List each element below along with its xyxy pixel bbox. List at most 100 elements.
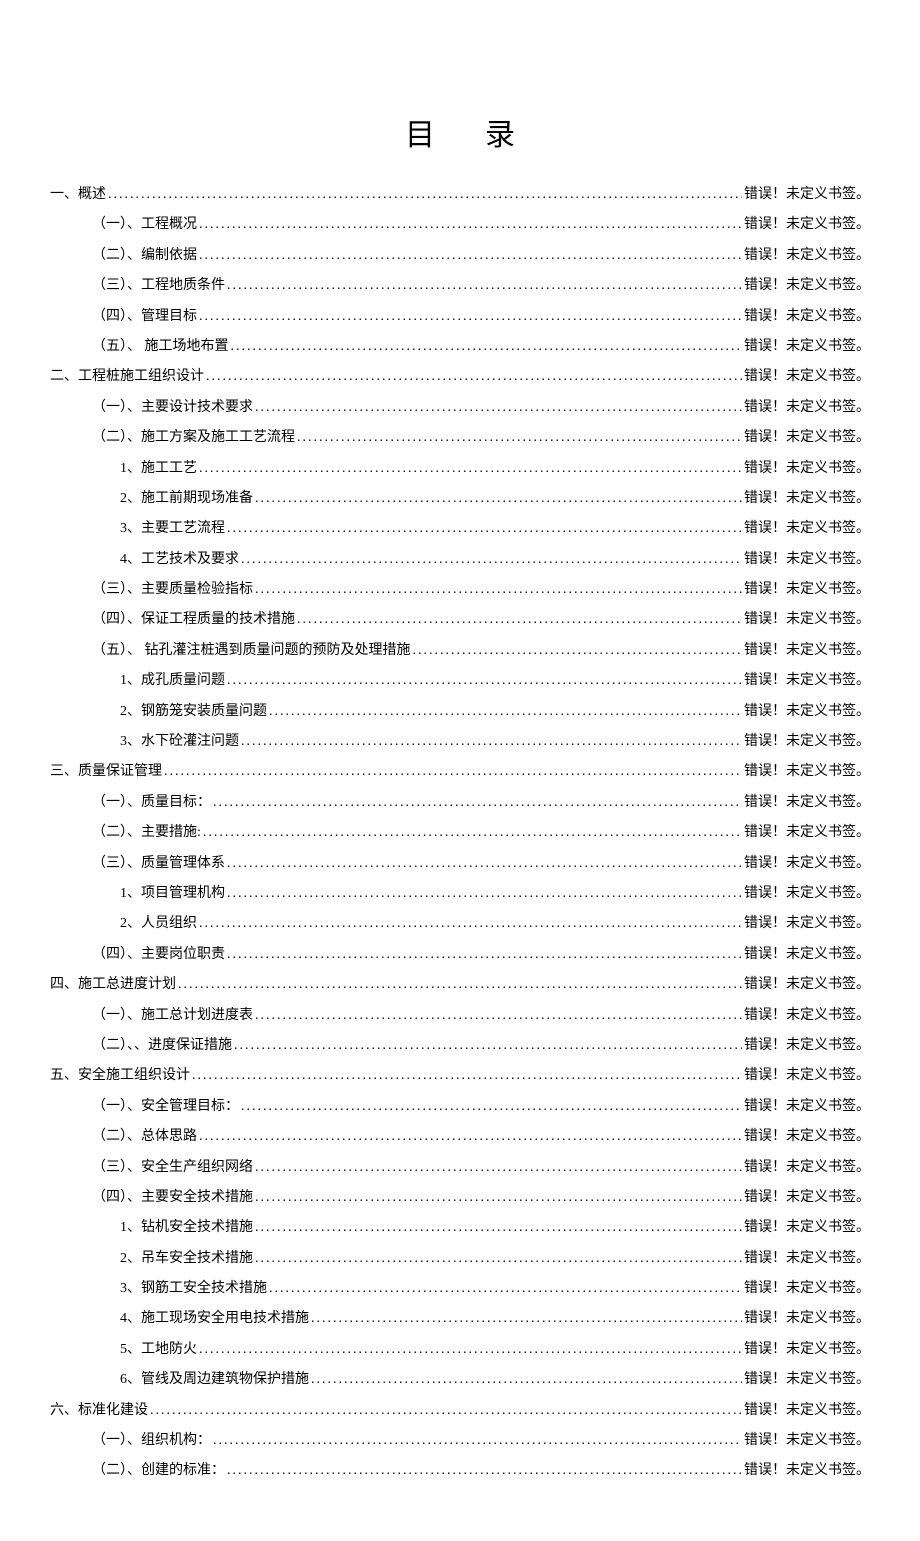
- toc-entry-page: 错误！未定义书签。: [744, 1217, 870, 1239]
- toc-entry-label: （四）、主要岗位职责: [92, 944, 225, 966]
- toc-entry-label: 2、人员组织: [120, 913, 197, 935]
- toc-entry: 三、质量保证管理 错误！未定义书签。: [50, 761, 870, 783]
- toc-entry-label: 2、钢筋笼安装质量问题: [120, 701, 267, 723]
- toc-leader-dots: [164, 761, 742, 783]
- toc-leader-dots: [199, 913, 742, 935]
- toc-entry: 1、项目管理机构错误！未定义书签。: [50, 883, 870, 905]
- toc-entry: 3、钢筋工安全技术措施错误！未定义书签。: [50, 1278, 870, 1300]
- toc-entry-page: 错误！未定义书签。: [744, 883, 870, 905]
- toc-entry-page: 错误！未定义书签。: [744, 913, 870, 935]
- toc-entry: 2、人员组织 错误！未定义书签。: [50, 913, 870, 935]
- toc-entry: （一）、主要设计技术要求错误！未定义书签。: [50, 397, 870, 419]
- toc-entry: （二）、施工方案及施工工艺流程错误！未定义书签。: [50, 427, 870, 449]
- toc-entry: （三）、主要质量检验指标 错误！未定义书签。: [50, 579, 870, 601]
- toc-entry-page: 错误！未定义书签。: [744, 458, 870, 480]
- toc-entry: 2、吊车安全技术措施错误！未定义书签。: [50, 1248, 870, 1270]
- toc-entry-page: 错误！未定义书签。: [744, 1339, 870, 1361]
- toc-entry-label: （三）、工程地质条件: [92, 275, 225, 297]
- toc-entry-page: 错误！未定义书签。: [744, 366, 870, 388]
- toc-entry-label: 3、主要工艺流程: [120, 518, 225, 540]
- toc-entry-label: 4、施工现场安全用电技术措施: [120, 1308, 309, 1330]
- toc-entry: 3、水下砼灌注问题错误！未定义书签。: [50, 731, 870, 753]
- toc-entry-page: 错误！未定义书签。: [744, 1308, 870, 1330]
- toc-entry-page: 错误！未定义书签。: [744, 275, 870, 297]
- toc-entry-label: 五、安全施工组织设计: [50, 1065, 190, 1087]
- toc-entry-page: 错误！未定义书签。: [744, 974, 870, 996]
- toc-entry-label: （一）、组织机构：: [92, 1430, 211, 1452]
- toc-leader-dots: [255, 579, 742, 601]
- toc-leader-dots: [241, 1096, 742, 1118]
- toc-entry-page: 错误！未定义书签。: [744, 1126, 870, 1148]
- toc-leader-dots: [199, 306, 742, 328]
- toc-entry-page: 错误！未定义书签。: [744, 1096, 870, 1118]
- toc-entry-page: 错误！未定义书签。: [744, 1065, 870, 1087]
- toc-entry: 4、工艺技术及要求 错误！未定义书签。: [50, 549, 870, 571]
- toc-leader-dots: [199, 1339, 742, 1361]
- toc-entry: （四）、主要安全技术措施错误！未定义书签。: [50, 1187, 870, 1209]
- toc-entry-label: （二）、、进度保证措施: [92, 1035, 232, 1057]
- toc-leader-dots: [227, 275, 742, 297]
- toc-leader-dots: [255, 1248, 742, 1270]
- toc-entry-page: 错误！未定义书签。: [744, 1157, 870, 1179]
- toc-entry-label: （三）、质量管理体系: [92, 853, 225, 875]
- toc-entry: （五）、 施工场地布置错误！未定义书签。: [50, 336, 870, 358]
- toc-entry-label: （四）、管理目标: [92, 306, 197, 328]
- toc-entry: 2、钢筋笼安装质量问题错误！未定义书签。: [50, 701, 870, 723]
- toc-leader-dots: [199, 245, 742, 267]
- toc-entry: 3、主要工艺流程错误！未定义书签。: [50, 518, 870, 540]
- toc-entry: （一）、施工总计划进度表错误！未定义书签。: [50, 1005, 870, 1027]
- toc-leader-dots: [227, 944, 742, 966]
- toc-entry-page: 错误！未定义书签。: [744, 579, 870, 601]
- toc-entry-page: 错误！未定义书签。: [744, 549, 870, 571]
- toc-leader-dots: [269, 1278, 742, 1300]
- toc-entry-label: （一）、质量目标：: [92, 792, 211, 814]
- toc-entry-page: 错误！未定义书签。: [744, 397, 870, 419]
- table-of-contents: 一、概述错误！未定义书签。（一）、工程概况错误！未定义书签。（二）、编制依据错误…: [50, 184, 870, 1483]
- toc-entry-label: 四、施工总进度计划: [50, 974, 176, 996]
- toc-leader-dots: [227, 518, 742, 540]
- toc-leader-dots: [213, 792, 742, 814]
- toc-leader-dots: [231, 336, 743, 358]
- toc-entry-label: 6、管线及周边建筑物保护措施: [120, 1369, 309, 1391]
- toc-entry-page: 错误！未定义书签。: [744, 1035, 870, 1057]
- toc-entry: 6、管线及周边建筑物保护措施错误！未定义书签。: [50, 1369, 870, 1391]
- toc-entry-label: 六、标准化建设: [50, 1400, 148, 1422]
- document-title: 目录: [50, 110, 870, 154]
- toc-entry: 1、成孔质量问题错误！未定义书签。: [50, 670, 870, 692]
- toc-leader-dots: [255, 397, 742, 419]
- toc-entry: 一、概述错误！未定义书签。: [50, 184, 870, 206]
- toc-entry: 1、施工工艺错误！未定义书签。: [50, 458, 870, 480]
- toc-entry-label: 三、质量保证管理: [50, 761, 162, 783]
- toc-leader-dots: [206, 366, 742, 388]
- toc-entry: （一）、组织机构：错误！未定义书签。: [50, 1430, 870, 1452]
- toc-entry-page: 错误！未定义书签。: [744, 214, 870, 236]
- toc-leader-dots: [227, 883, 742, 905]
- toc-entry-page: 错误！未定义书签。: [744, 640, 870, 662]
- toc-entry: 二、工程桩施工组织设计错误！未定义书签。: [50, 366, 870, 388]
- toc-leader-dots: [297, 427, 742, 449]
- toc-entry: （二）、、进度保证措施 错误！未定义书签。: [50, 1035, 870, 1057]
- toc-entry: （一）、质量目标：错误！未定义书签。: [50, 792, 870, 814]
- toc-leader-dots: [255, 1005, 742, 1027]
- toc-leader-dots: [255, 1157, 742, 1179]
- toc-leader-dots: [108, 184, 742, 206]
- toc-entry-label: 2、吊车安全技术措施: [120, 1248, 253, 1270]
- toc-leader-dots: [199, 458, 742, 480]
- toc-entry: （二）、创建的标准：错误！未定义书签。: [50, 1460, 870, 1482]
- toc-entry: 4、施工现场安全用电技术措施 错误！未定义书签。: [50, 1308, 870, 1330]
- toc-entry-page: 错误！未定义书签。: [744, 822, 870, 844]
- toc-entry: （三）、质量管理体系错误！未定义书签。: [50, 853, 870, 875]
- toc-leader-dots: [150, 1400, 742, 1422]
- toc-entry-label: 一、概述: [50, 184, 106, 206]
- toc-entry: （二）、总体思路错误！未定义书签。: [50, 1126, 870, 1148]
- toc-entry: 五、安全施工组织设计 错误！未定义书签。: [50, 1065, 870, 1087]
- toc-entry-label: （三）、主要质量检验指标: [92, 579, 253, 601]
- toc-entry-label: 1、成孔质量问题: [120, 670, 225, 692]
- toc-leader-dots: [227, 1460, 742, 1482]
- toc-entry-label: 4、工艺技术及要求: [120, 549, 239, 571]
- toc-entry: （二）、编制依据错误！未定义书签。: [50, 245, 870, 267]
- toc-entry-page: 错误！未定义书签。: [744, 336, 870, 358]
- toc-entry-page: 错误！未定义书签。: [744, 1005, 870, 1027]
- toc-leader-dots: [203, 822, 742, 844]
- toc-entry-page: 错误！未定义书签。: [744, 761, 870, 783]
